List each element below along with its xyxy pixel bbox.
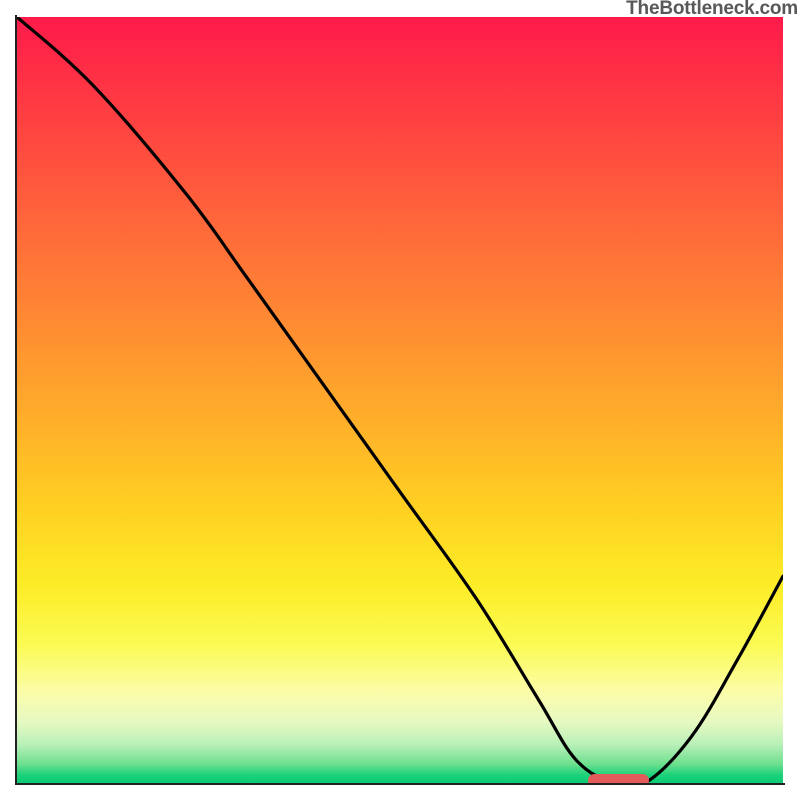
bottleneck-chart: TheBottleneck.com <box>0 0 800 800</box>
gradient-background <box>17 17 783 783</box>
x-axis-line <box>15 783 785 785</box>
plot-area <box>17 17 783 783</box>
optimal-range-marker <box>588 774 649 783</box>
watermark-text: TheBottleneck.com <box>626 0 798 20</box>
